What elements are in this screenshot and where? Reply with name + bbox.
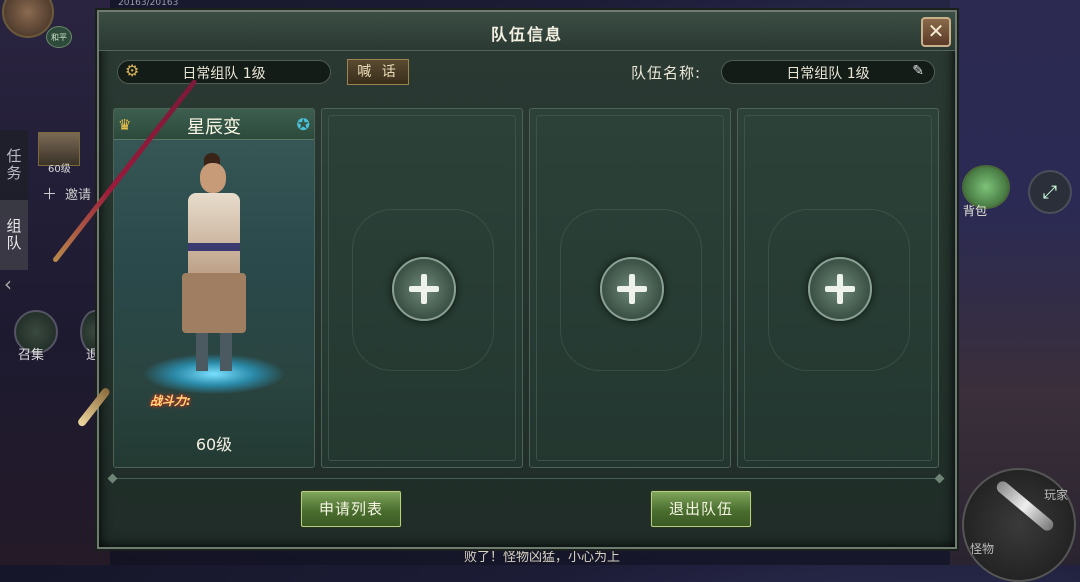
- leave-team-button[interactable]: 退出队伍: [651, 491, 751, 527]
- team-name-field[interactable]: 日常组队 1级 ✎: [721, 60, 935, 84]
- close-button[interactable]: ✕: [921, 17, 951, 47]
- character-model: [174, 153, 254, 375]
- expand-icon[interactable]: ⤢: [1028, 170, 1072, 214]
- pk-mode-badge[interactable]: 和平: [46, 26, 72, 48]
- empty-slot[interactable]: [529, 108, 731, 468]
- side-invite-button[interactable]: ＋ 邀请: [42, 183, 91, 204]
- plus-icon: ＋: [42, 185, 58, 203]
- add-member-icon[interactable]: [600, 257, 664, 321]
- attack-target-monster[interactable]: 怪物: [970, 540, 994, 557]
- apply-list-button[interactable]: 申请列表: [301, 491, 401, 527]
- tab-team[interactable]: 组队: [0, 200, 28, 270]
- player-hp-text: 20163/20163: [118, 0, 179, 8]
- member-name: 星辰变: [187, 117, 241, 138]
- team-info-dialog: 队伍信息 ✕ ⚙ 日常组队 1级 喊 话 队伍名称: 日常组队 1级 ✎ ♛ 星…: [52, 10, 957, 549]
- dialog-title: 队伍信息: [490, 25, 563, 44]
- edit-brush-icon[interactable]: ✎: [912, 63, 924, 79]
- add-member-icon[interactable]: [392, 257, 456, 321]
- team-member-slot[interactable]: ♛ 星辰变 ✪ 战斗力: 60级: [52, 78, 315, 468]
- attack-target-player[interactable]: 玩家: [1044, 486, 1068, 503]
- team-target-select[interactable]: ⚙ 日常组队 1级: [117, 60, 331, 84]
- team-name-value: 日常组队 1级: [786, 66, 870, 82]
- tab-task[interactable]: 任务: [0, 130, 28, 200]
- divider: [113, 478, 939, 479]
- empty-slot[interactable]: [737, 108, 939, 468]
- collapse-arrow-icon[interactable]: ‹: [4, 272, 12, 296]
- member-header: ♛ 星辰变 ✪: [114, 109, 314, 140]
- side-invite-label: 邀请: [65, 188, 92, 203]
- gather-label: 召集: [18, 348, 45, 363]
- team-target-value: 日常组队 1级: [182, 66, 266, 82]
- team-name-label: 队伍名称:: [631, 64, 702, 82]
- dialog-title-bar: 队伍信息 ✕: [99, 12, 955, 51]
- member-level: 60级: [195, 435, 233, 454]
- combat-power-label: 战斗力:: [150, 394, 191, 408]
- shout-button[interactable]: 喊 话: [347, 59, 409, 85]
- class-emblem-icon: ✪: [296, 115, 310, 134]
- side-member-level: 60级: [48, 164, 71, 175]
- bag-label: 背包: [963, 204, 988, 218]
- hud-left-background: [0, 0, 110, 565]
- add-member-icon[interactable]: [808, 257, 872, 321]
- empty-slot[interactable]: [321, 108, 523, 468]
